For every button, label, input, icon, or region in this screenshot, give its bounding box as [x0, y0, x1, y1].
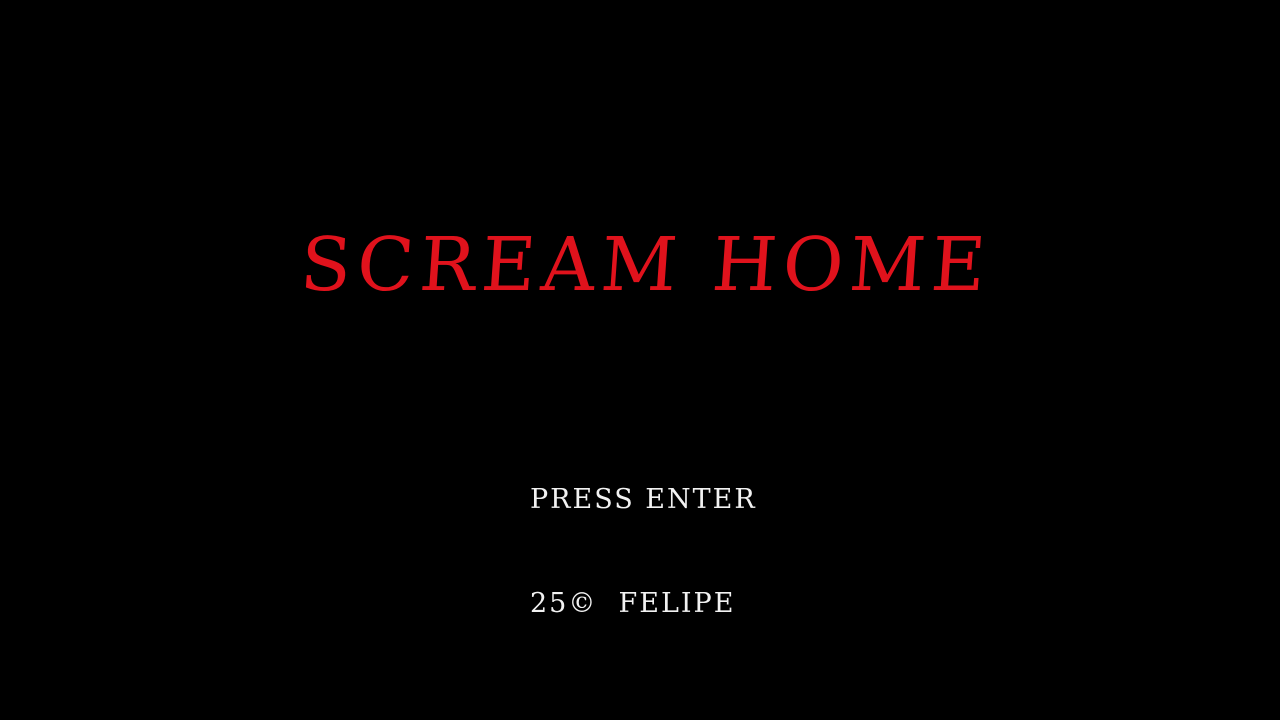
title-screen[interactable]: SCREAM HOME PRESS ENTER 25© FELIPE [0, 0, 1280, 720]
press-enter-prompt: PRESS ENTER [530, 484, 757, 515]
copyright-credit: 25© FELIPE [530, 588, 736, 619]
game-title: SCREAM HOME [297, 222, 995, 308]
